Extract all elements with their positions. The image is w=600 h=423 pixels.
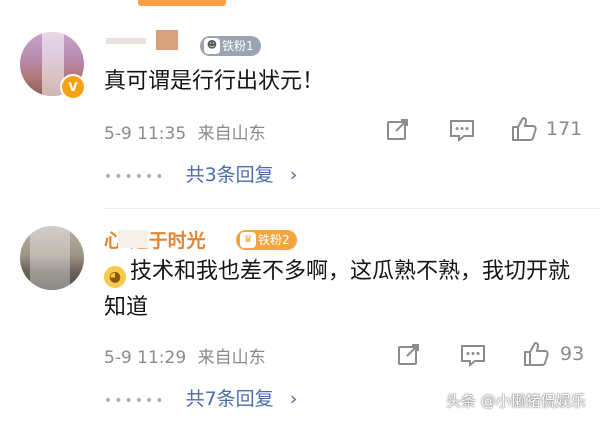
dots-decoration: ••••••: [104, 169, 166, 185]
comment-icon[interactable]: [448, 117, 476, 143]
watermark: 头条 @小懒猪侃娱乐: [446, 392, 586, 410]
like-count: 171: [546, 118, 583, 140]
fan-badge-label: 铁粉2: [258, 233, 290, 247]
username-redaction: [118, 230, 148, 248]
comment-text: 真可谓是行行出状元！: [104, 69, 325, 94]
username[interactable]: 心 之于时光: [104, 226, 244, 252]
comment-text-content: 技术和我也差不多啊，这瓜熟不熟，我切开就知道: [104, 259, 571, 320]
dots-decoration: ••••••: [104, 393, 166, 409]
fan-badge-label: 铁粉1: [222, 39, 254, 53]
fan-badge-icon: ♛: [240, 232, 256, 248]
fan-badge[interactable]: ♛ 铁粉2: [236, 230, 297, 250]
view-replies-link[interactable]: •••••• 共7条回复 ›: [104, 384, 297, 411]
thumbs-up-icon[interactable]: [510, 115, 538, 143]
verified-v-icon: V: [60, 74, 86, 100]
comment-actions: 171: [380, 114, 600, 144]
share-icon[interactable]: [396, 342, 422, 368]
like-count: 93: [560, 343, 585, 365]
comment-icon[interactable]: [459, 342, 487, 368]
avatar-blur: [30, 226, 70, 290]
top-highlight-strip: [138, 0, 226, 6]
comment-source: 来自山东: [197, 124, 266, 144]
replies-label: 共7条回复: [185, 388, 274, 410]
fan-badge[interactable]: ☻ 铁粉1: [200, 36, 261, 56]
divider: [104, 208, 600, 209]
comment-text: ◕ 技术和我也差不多啊，这瓜熟不熟，我切开就知道: [104, 254, 574, 326]
comment-meta: 5-9 11:29 来自山东: [104, 343, 266, 368]
view-replies-link[interactable]: •••••• 共3条回复 ›: [104, 160, 297, 187]
comment-time: 5-9 11:29: [104, 348, 187, 368]
chevron-right-icon: ›: [289, 164, 298, 186]
comment-source: 来自山东: [197, 348, 266, 368]
replies-label: 共3条回复: [185, 164, 274, 186]
username[interactable]: [104, 28, 194, 54]
comment-meta: 5-9 11:35 来自山东: [104, 119, 266, 144]
avatar[interactable]: [20, 226, 84, 290]
thumbs-up-icon[interactable]: [522, 340, 550, 368]
comment-actions: 93: [380, 339, 600, 369]
comment-time: 5-9 11:35: [104, 124, 187, 144]
doge-emoji-icon: ◕: [104, 266, 126, 288]
username-redaction: [106, 38, 146, 44]
share-icon[interactable]: [385, 117, 411, 143]
chevron-right-icon: ›: [289, 388, 298, 410]
fan-badge-icon: ☻: [204, 38, 220, 54]
username-redaction: [156, 30, 178, 50]
